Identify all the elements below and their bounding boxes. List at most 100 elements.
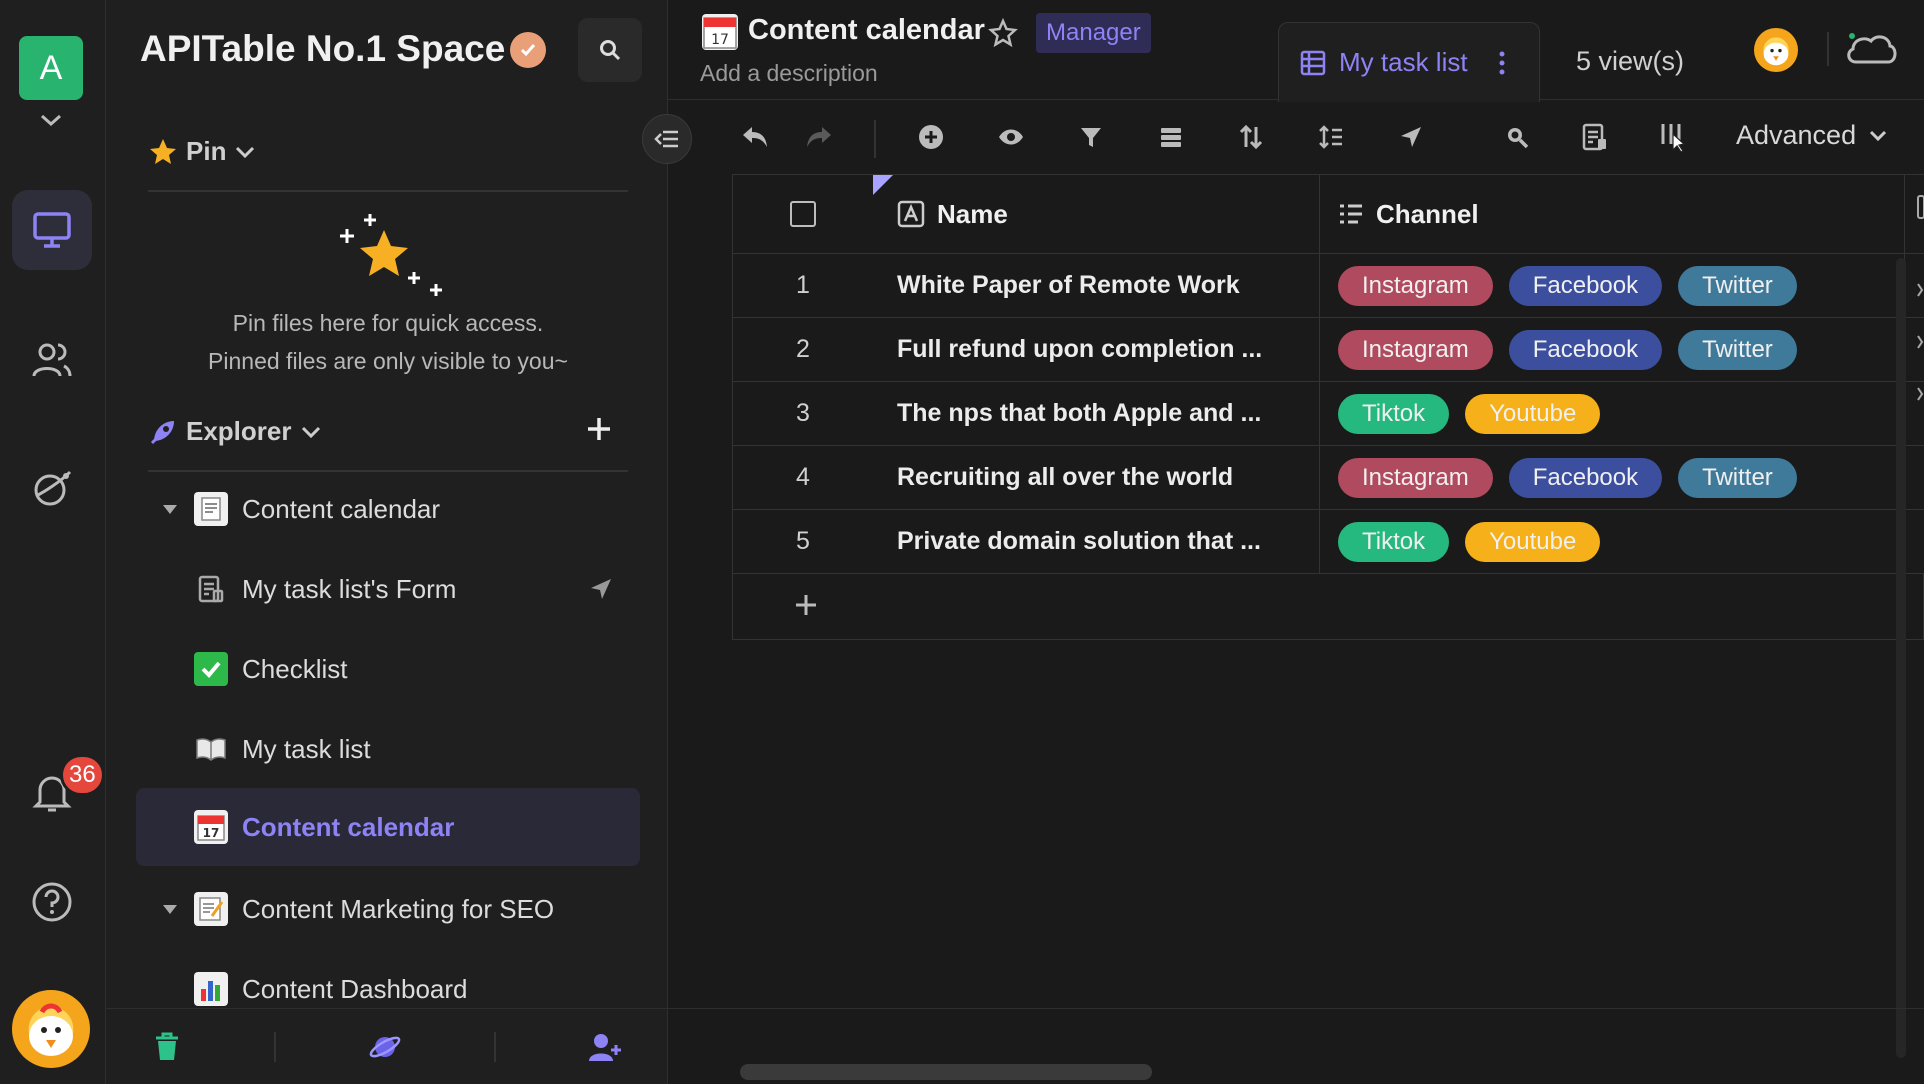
table-row[interactable]: 2 Full refund upon completion ... Instagra… xyxy=(732,318,1924,382)
tree-folder-content-calendar[interactable]: Content calendar xyxy=(136,470,640,548)
cell-name[interactable]: The nps that both Apple and ... xyxy=(873,382,1319,445)
group-button[interactable] xyxy=(1156,122,1186,152)
caret-down-icon xyxy=(163,505,177,514)
add-record-button[interactable] xyxy=(916,122,946,152)
channel-tag: Facebook xyxy=(1508,457,1663,498)
form-icon xyxy=(1582,123,1606,151)
row-index[interactable]: 4 xyxy=(733,446,873,509)
collapse-sidebar-button[interactable] xyxy=(642,114,692,164)
search-button[interactable] xyxy=(578,18,642,82)
advanced-menu-button[interactable]: Advanced xyxy=(1736,120,1888,151)
row-index[interactable]: 2 xyxy=(733,318,873,381)
row-index[interactable]: 3 xyxy=(733,382,873,445)
cloud-sync-icon[interactable] xyxy=(1844,28,1898,70)
row-height-button[interactable] xyxy=(1316,122,1346,152)
planet-icon[interactable] xyxy=(368,1030,402,1064)
share-button[interactable] xyxy=(1396,122,1426,152)
cell-channel[interactable]: Tiktok Youtube xyxy=(1319,382,1905,445)
undo-icon xyxy=(743,127,767,147)
divider xyxy=(274,1031,276,1062)
collaborator-avatar[interactable] xyxy=(1754,28,1798,72)
add-row[interactable] xyxy=(732,574,1924,640)
redo-button[interactable] xyxy=(804,122,834,152)
cell-channel[interactable]: Instagram Facebook Twitter xyxy=(1319,254,1905,317)
group-icon xyxy=(1161,128,1181,147)
frozen-column-marker[interactable] xyxy=(873,175,893,195)
tree-item-checklist[interactable]: Checklist xyxy=(136,630,640,708)
share-send-icon[interactable] xyxy=(588,576,614,602)
pin-section-header[interactable]: Pin xyxy=(148,136,256,167)
more-vertical-icon[interactable] xyxy=(1498,50,1506,76)
cell-channel[interactable]: Tiktok Youtube xyxy=(1319,510,1905,573)
help-button[interactable] xyxy=(12,862,92,942)
redo-icon xyxy=(807,127,831,147)
divider xyxy=(1827,32,1829,66)
calendar-icon: 17 xyxy=(702,14,738,50)
channel-tag: Twitter xyxy=(1678,329,1797,370)
cell-channel[interactable]: Instagram Facebook Twitter xyxy=(1319,318,1905,381)
channel-tag: Youtube xyxy=(1465,393,1601,434)
pin-sparkle-star-icon xyxy=(340,214,442,296)
space-name[interactable]: APITable No.1 Space xyxy=(140,28,505,70)
form-button[interactable] xyxy=(1580,122,1610,152)
search-icon xyxy=(600,40,621,61)
star-outline-icon[interactable] xyxy=(988,18,1018,48)
trash-icon[interactable] xyxy=(152,1031,182,1063)
memo-icon xyxy=(194,892,228,926)
left-rail: A 36 xyxy=(0,0,106,1084)
column-header-name[interactable]: Name xyxy=(873,175,1319,253)
workbench-button[interactable] xyxy=(12,190,92,270)
tree-item-my-task-list[interactable]: My task list xyxy=(136,710,640,788)
space-avatar[interactable]: A xyxy=(19,36,83,100)
add-node-icon[interactable] xyxy=(584,414,614,444)
table-row[interactable]: 1 White Paper of Remote Work Instagram Face… xyxy=(732,254,1924,318)
view-tab-my-task-list[interactable]: My task list xyxy=(1278,22,1540,102)
rocket-icon xyxy=(150,420,174,444)
grid-view-icon xyxy=(1300,50,1326,75)
tree-item-label: My task list's Form xyxy=(242,573,457,604)
widget-button[interactable] xyxy=(1658,122,1688,153)
template-center-button[interactable] xyxy=(12,448,92,528)
hide-fields-button[interactable] xyxy=(996,122,1026,152)
table-row[interactable]: 4 Recruiting all over the world Instagram F… xyxy=(732,446,1924,510)
cell-name[interactable]: Recruiting all over the world xyxy=(873,446,1319,509)
row-index[interactable]: 1 xyxy=(733,254,873,317)
cell-name[interactable]: Private domain solution that ... xyxy=(873,510,1319,573)
help-icon xyxy=(32,882,72,922)
tree-folder-content-marketing-seo[interactable]: Content Marketing for SEO xyxy=(136,870,640,948)
view-count-button[interactable]: 5 view(s) xyxy=(1576,46,1684,77)
tree-item-label: Content calendar xyxy=(242,493,441,524)
sort-button[interactable] xyxy=(1236,122,1266,152)
search-records-button[interactable] xyxy=(1502,122,1532,152)
sidebar-footer xyxy=(106,1008,668,1084)
invite-user-icon[interactable] xyxy=(588,1031,622,1063)
column-header-channel[interactable]: Channel xyxy=(1319,175,1905,253)
tree-item-my-task-list-form[interactable]: My task list's Form xyxy=(136,550,640,628)
tree-item-label: My task list xyxy=(242,733,371,764)
contacts-button[interactable] xyxy=(12,320,92,400)
vertical-scrollbar[interactable] xyxy=(1896,258,1906,1058)
datasheet-title[interactable]: Content calendar xyxy=(748,14,985,47)
chevron-down-icon[interactable] xyxy=(38,110,64,130)
user-avatar[interactable] xyxy=(12,990,90,1068)
channel-tag: Instagram xyxy=(1338,457,1493,498)
undo-button[interactable] xyxy=(740,122,770,152)
table-row[interactable]: 5 Private domain solution that ... Tiktok Y… xyxy=(732,510,1924,574)
people-icon xyxy=(32,343,72,377)
cell-name[interactable]: White Paper of Remote Work xyxy=(873,254,1319,317)
divider xyxy=(148,190,628,192)
cell-name[interactable]: Full refund upon completion ... xyxy=(873,318,1319,381)
table-row[interactable]: 3 The nps that both Apple and ... Tiktok Yo… xyxy=(732,382,1924,446)
plus-icon xyxy=(796,595,816,615)
row-index[interactable]: 5 xyxy=(733,510,873,573)
select-all-checkbox[interactable] xyxy=(790,201,816,227)
description-input[interactable]: Add a description xyxy=(700,60,878,87)
filter-button[interactable] xyxy=(1076,122,1106,152)
select-all-cell[interactable] xyxy=(733,175,873,253)
tree-item-label: Content Marketing for SEO xyxy=(242,893,555,924)
horizontal-scrollbar[interactable] xyxy=(740,1064,1152,1080)
tree-item-content-calendar[interactable]: 17 Content calendar xyxy=(136,788,640,866)
explorer-section-header[interactable]: Explorer xyxy=(148,416,322,447)
cell-channel[interactable]: Instagram Facebook Twitter xyxy=(1319,446,1905,509)
rocket-planet-icon xyxy=(34,470,72,506)
